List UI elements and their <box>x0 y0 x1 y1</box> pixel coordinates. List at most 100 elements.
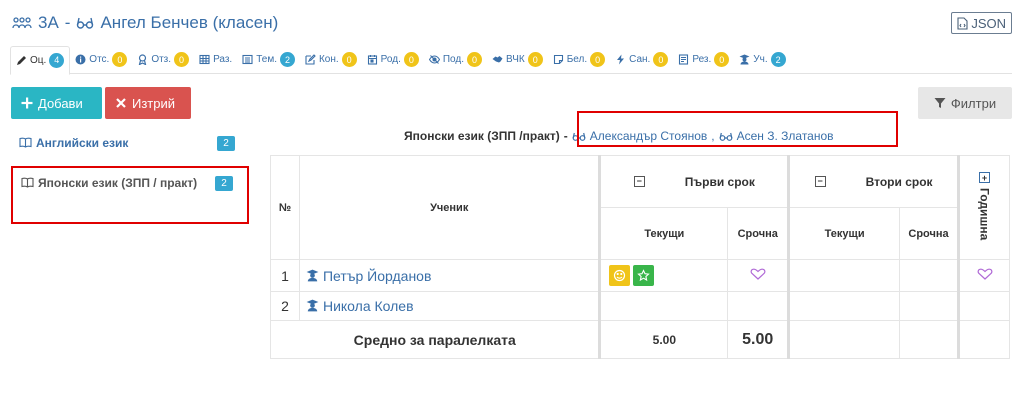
col-term-grade: Срочна <box>727 207 790 260</box>
col-term-grade: Срочна <box>899 207 959 260</box>
year-grade-cell[interactable] <box>957 291 1010 321</box>
tab-bar: Оц. 4 Отс. 0 Отз. 0 Раз. Тем. 2 Кон. 0 Р… <box>10 45 1012 75</box>
subject-count: 2 <box>215 176 233 191</box>
file-code-icon <box>957 16 968 30</box>
handshake-icon <box>492 56 503 63</box>
header-dash: - <box>563 129 568 143</box>
subject-count: 2 <box>217 136 235 151</box>
average-current-2 <box>787 320 901 359</box>
term-grade-cell[interactable] <box>899 259 959 292</box>
tab-badge: 2 <box>279 52 295 67</box>
tab-badge: 0 <box>653 52 669 67</box>
tab-badge: 0 <box>590 52 606 67</box>
col-year: + Годишна <box>957 155 1010 260</box>
tab-students[interactable]: Уч. 2 <box>734 46 790 74</box>
average-term: 5.00 <box>727 320 790 359</box>
list-icon <box>242 54 253 65</box>
json-button[interactable]: JSON <box>951 12 1012 34</box>
collapse-icon[interactable]: − <box>633 176 645 187</box>
tab-badge: 0 <box>112 52 128 67</box>
filter-button[interactable]: Филтри <box>918 87 1012 119</box>
tab-badge: 0 <box>527 52 543 67</box>
tab-badge: 4 <box>49 52 65 68</box>
info-icon <box>75 54 86 65</box>
tab-support[interactable]: Под. 0 <box>424 46 487 74</box>
title-separator: - <box>64 13 71 32</box>
calendar-icon <box>367 55 377 65</box>
current-grades[interactable] <box>787 259 901 292</box>
table-row: 1 Петър Йорданов <box>270 259 1010 292</box>
tab-notes[interactable]: Бел. 0 <box>548 46 610 74</box>
tab-vchk[interactable]: ВЧК 0 <box>487 46 548 74</box>
note-icon <box>553 54 563 65</box>
subject-item-english[interactable]: Английски език 2 <box>11 128 249 152</box>
student-name[interactable]: Никола Колев <box>298 291 601 321</box>
year-grade-cell[interactable] <box>957 259 1010 292</box>
col-term-2: − Втори срок <box>787 155 959 208</box>
current-grades[interactable] <box>787 291 901 321</box>
term-grade-cell[interactable] <box>727 291 790 321</box>
tab-remarks[interactable]: Отз. 0 <box>132 46 194 74</box>
report-icon <box>679 54 689 65</box>
edit-icon <box>305 54 316 65</box>
class-name: 3А <box>38 13 59 32</box>
tab-schedule[interactable]: Раз. <box>194 46 237 74</box>
tab-badge: 0 <box>467 52 483 67</box>
subject-list: Английски език 2 Японски език (ЗПП / пра… <box>11 128 249 224</box>
json-label: JSON <box>971 15 1006 31</box>
table-row: 2 Никола Колев <box>270 291 1010 321</box>
highlight-box <box>577 111 898 147</box>
grades-table: № Ученик − Първи срок − Втори срок + Годиш… <box>269 155 1010 359</box>
row-number: 2 <box>270 291 300 321</box>
tab-results[interactable]: Рез. 0 <box>673 46 734 74</box>
average-year <box>957 320 1010 359</box>
tab-sanctions[interactable]: Сан. 0 <box>610 46 673 74</box>
term-grade-cell[interactable] <box>899 291 959 321</box>
tab-badge: 0 <box>341 52 357 67</box>
average-term-2 <box>899 320 959 359</box>
col-term-1: − Първи срок <box>598 155 790 208</box>
tab-badge: 0 <box>714 52 730 67</box>
tab-grades[interactable]: Оц. 4 <box>10 45 71 75</box>
funnel-icon <box>934 98 946 108</box>
col-number: № <box>270 155 300 260</box>
col-current: Текущи <box>787 207 901 260</box>
class-teacher: Ангел Бенчев (класен) <box>100 13 279 32</box>
row-number: 1 <box>270 259 300 292</box>
glasses-icon <box>77 17 94 29</box>
term-grade-cell[interactable] <box>727 259 790 292</box>
tab-controls[interactable]: Кон. 0 <box>300 46 362 74</box>
col-current: Текущи <box>598 207 729 260</box>
subject-item-japanese[interactable]: Японски език (ЗПП / практ) 2 <box>11 166 249 224</box>
book-icon <box>21 177 34 188</box>
star-grade[interactable] <box>633 265 655 286</box>
table-icon <box>199 54 210 65</box>
col-student: Ученик <box>298 155 601 260</box>
collapse-icon[interactable]: − <box>814 176 826 187</box>
average-label: Средно за паралелката <box>269 320 601 359</box>
page-title: 3А - Ангел Бенчев (класен) <box>12 12 278 34</box>
delete-button[interactable]: Изтрий <box>105 87 191 119</box>
heart-icon <box>977 268 992 280</box>
tab-badge: 2 <box>770 52 786 67</box>
ribbon-icon <box>139 54 147 65</box>
book-icon <box>19 137 32 148</box>
average-row: Средно за паралелката 5.00 5.00 <box>269 320 1010 359</box>
tab-absences[interactable]: Отс. 0 <box>70 46 132 74</box>
smile-grade[interactable] <box>609 265 631 286</box>
average-current: 5.00 <box>598 320 729 359</box>
star-icon <box>637 269 651 282</box>
tab-parents[interactable]: Род. 0 <box>362 46 424 74</box>
current-grades[interactable] <box>598 291 729 321</box>
smile-icon <box>614 269 626 282</box>
tab-badge: 0 <box>174 52 190 67</box>
close-icon <box>116 98 126 108</box>
tab-badge: 0 <box>403 52 419 67</box>
add-button[interactable]: Добави <box>11 87 102 119</box>
tab-topics[interactable]: Тем. 2 <box>237 46 300 74</box>
plus-icon <box>21 97 33 109</box>
heart-icon <box>750 268 766 280</box>
expand-icon[interactable]: + <box>979 172 990 184</box>
student-name[interactable]: Петър Йорданов <box>298 259 601 292</box>
selected-subject: Японски език (ЗПП /практ) <box>404 129 560 143</box>
